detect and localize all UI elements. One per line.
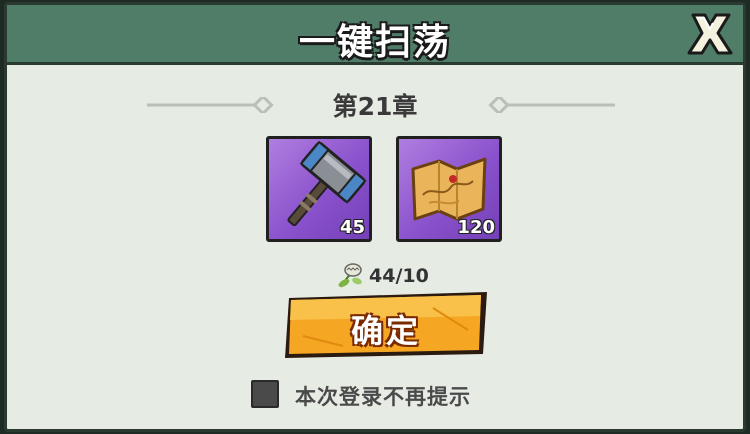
- chapter-title: 第21章: [332, 92, 418, 121]
- dialog-header: 一键扫荡: [7, 5, 743, 65]
- reward-count: 45: [339, 217, 365, 238]
- confirm-button[interactable]: 确定: [283, 290, 489, 360]
- stamina-plant-icon: [338, 263, 362, 288]
- reward-count: 120: [457, 217, 495, 238]
- dont-show-label: 本次登录不再提示: [295, 385, 471, 409]
- stamina-value: 44/10: [369, 265, 429, 287]
- sweep-dialog: 一键扫荡 第21章 45 120 44/10 确定 本次登录不再提示: [4, 2, 746, 432]
- dialog-title: 一键扫荡: [298, 22, 451, 63]
- reward-item-map[interactable]: 120: [396, 136, 502, 242]
- reward-item-hammer[interactable]: 45: [266, 136, 372, 242]
- chapter-row: 第21章: [7, 85, 743, 121]
- dont-show-checkbox[interactable]: [251, 380, 279, 408]
- close-button[interactable]: [685, 9, 735, 59]
- confirm-label: 确定: [350, 312, 421, 350]
- divider-right: [488, 97, 615, 113]
- close-x-icon: [687, 13, 733, 55]
